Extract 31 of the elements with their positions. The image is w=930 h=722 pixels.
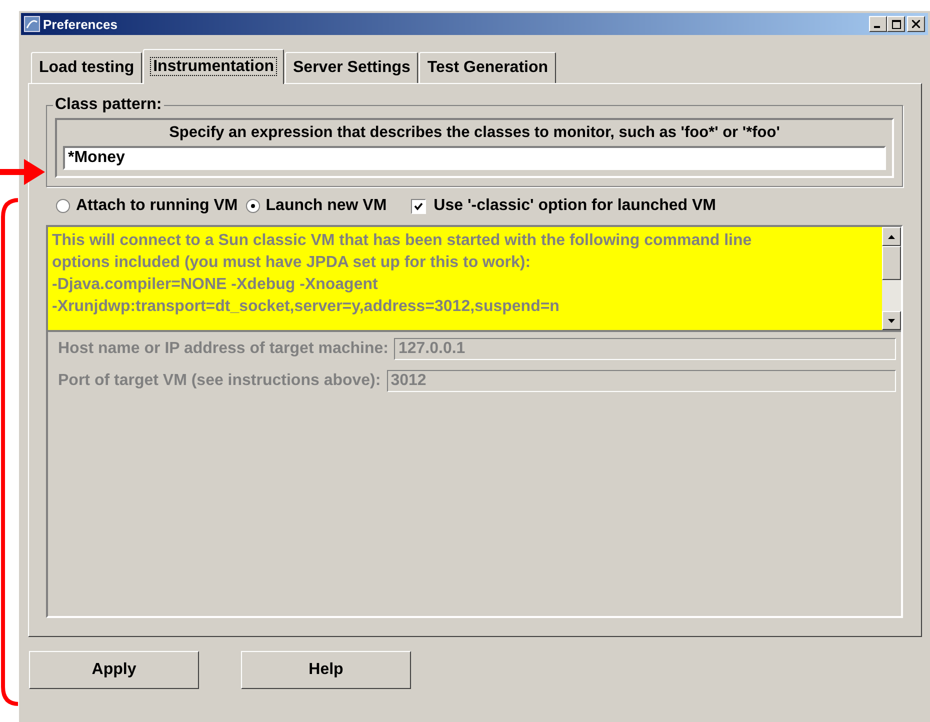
radio-option[interactable]: Attach to running VM: [56, 197, 238, 215]
scroll-up-icon[interactable]: [882, 227, 901, 246]
annotation-arrow: [0, 157, 46, 187]
minimize-button[interactable]: [869, 16, 887, 32]
checkmark-icon: [414, 202, 423, 210]
tab[interactable]: Test Generation: [419, 52, 556, 83]
close-icon: [912, 20, 920, 28]
window-title: Preferences: [43, 16, 118, 32]
instruction-line: -Djava.compiler=NONE -Xdebug -Xnoagent: [52, 275, 379, 295]
field-label: Port of target VM (see instructions above):: [58, 372, 381, 390]
app-icon: [24, 16, 40, 32]
classic-checkbox[interactable]: Use '-classic' option for launched VM: [410, 197, 716, 215]
apply-button[interactable]: Apply: [29, 651, 199, 689]
instruction-line: options included (you must have JPDA set up for this to work):: [52, 253, 532, 273]
scroll-thumb[interactable]: [882, 246, 901, 280]
hint-text: Specify an expression that describes the classes to monitor, such as 'foo*' or '*foo': [168, 124, 781, 142]
radio-option[interactable]: Launch new VM: [246, 197, 387, 215]
instruction-line: -Xrunjdwp:transport=dt_socket,server=y,address=3012,suspend=n: [52, 297, 560, 317]
scrollbar[interactable]: [882, 227, 901, 330]
tab[interactable]: Instrumentation: [143, 49, 284, 84]
help-button[interactable]: Help: [241, 651, 411, 689]
group-legend: Class pattern:: [53, 96, 164, 114]
tab[interactable]: Server Settings: [285, 52, 418, 83]
instruction-line: This will connect to a Sun classic VM that has been started with the following command line: [52, 231, 753, 251]
maximize-button[interactable]: [887, 16, 905, 32]
field-label: Host name or IP address of target machine:: [58, 340, 388, 358]
class-pattern-field[interactable]: *Money: [63, 146, 886, 170]
close-button[interactable]: [907, 16, 925, 32]
scroll-down-icon[interactable]: [882, 311, 901, 330]
tab[interactable]: Load testing: [31, 52, 142, 83]
maximize-icon: [892, 20, 900, 28]
